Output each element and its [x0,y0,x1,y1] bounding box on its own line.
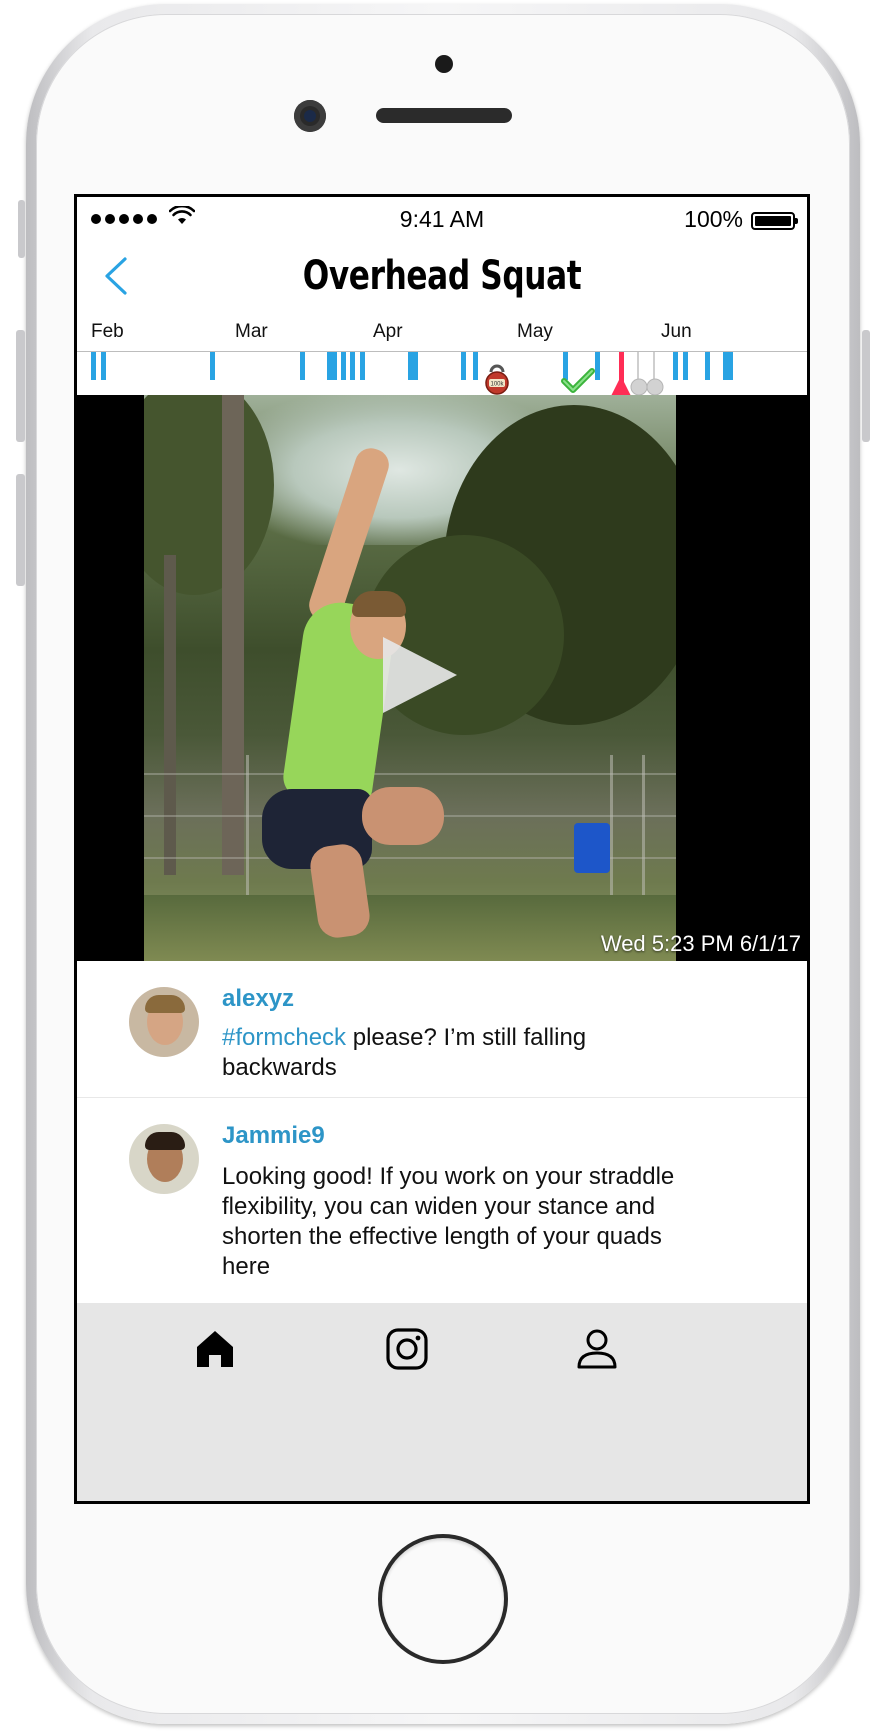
comment-text: #formcheck please? I’m still falling bac… [222,1023,692,1083]
video-grass [144,895,676,961]
volume-up-button [16,330,25,442]
video-fence [144,773,676,775]
avatar-hair [145,995,185,1013]
timeline-tick[interactable] [327,352,337,380]
timeline-tick[interactable] [91,352,96,380]
avatar-hair [145,1132,185,1150]
red-position-marker[interactable] [611,376,631,396]
timeline-tick[interactable] [360,352,365,380]
video-fence-post [610,755,613,905]
gray-circle-icon[interactable] [629,378,669,396]
month-label-jun: Jun [661,321,692,342]
chevron-left-icon[interactable] [97,253,133,299]
timeline-tick[interactable] [723,352,733,380]
comment-item: alexyz #formcheck please? I’m still fall… [77,961,807,1098]
month-label-feb: Feb [91,321,124,342]
timeline-tick[interactable] [673,352,678,380]
power-button [862,330,870,442]
video-fence-post [642,755,645,905]
video-trunk [164,555,176,875]
avatar[interactable] [129,987,199,1057]
timeline-tick[interactable] [705,352,710,380]
video-trunk [222,395,244,875]
video-person-hair [352,591,406,617]
earpiece-speaker [376,108,512,123]
timeline-tick[interactable] [210,352,215,380]
comment-text: Looking good! If you work on your stradd… [222,1163,675,1280]
timeline-tick[interactable] [101,352,106,380]
battery-percentage: 100% [684,206,743,232]
comment-username[interactable]: Jammie9 [222,1122,325,1150]
proximity-sensor [435,55,453,73]
kettlebell-100-icon[interactable]: 100k [483,362,511,396]
battery-icon [751,212,798,230]
timeline-months: Feb Mar Apr May Jun [77,315,807,345]
timeline-tick[interactable] [350,352,355,380]
hashtag-link[interactable]: #formcheck [222,1024,346,1051]
status-bar: 9:41 AM 100% [77,197,807,233]
month-label-may: May [517,321,553,342]
month-label-mar: Mar [235,321,268,342]
timeline-tick[interactable] [341,352,346,380]
navigation-bar: Overhead Squat [77,233,807,315]
avatar[interactable] [129,1124,199,1194]
future-tick [637,352,639,380]
month-label-apr: Apr [373,321,403,342]
front-camera-icon [294,100,326,132]
tab-bar [77,1303,807,1501]
comments-list: alexyz #formcheck please? I’m still fall… [77,961,807,1303]
timeline-tick[interactable] [300,352,305,380]
volume-down-button [16,474,25,586]
video-timestamp: Wed 5:23 PM 6/1/17 [600,931,801,956]
video-player[interactable]: Wed 5:23 PM 6/1/17 [77,395,807,961]
profile-icon[interactable] [573,1325,621,1373]
page-title: Overhead Squat [302,253,582,299]
timeline-tick[interactable] [408,352,418,380]
kettlebell-label: 100k [490,382,504,388]
home-icon[interactable] [191,1325,239,1373]
app-screen: 9:41 AM 100% Overhead Squat Feb Mar Apr … [74,194,810,1504]
video-person-leg [362,787,444,845]
video-fence-post [246,755,249,905]
instagram-icon[interactable] [383,1325,431,1373]
workout-timeline[interactable]: 100k [77,351,807,396]
home-button[interactable] [378,1534,508,1664]
mute-switch [18,200,25,258]
comment-item: Jammie9 Looking good! If you work on you… [77,1098,807,1303]
video-bucket [574,823,610,873]
timeline-tick[interactable] [683,352,688,380]
timeline-tick[interactable] [595,352,600,380]
comment-username[interactable]: alexyz [222,985,294,1013]
future-tick [653,352,655,380]
green-check-icon[interactable] [561,368,595,394]
timeline-tick[interactable] [473,352,478,380]
play-icon[interactable] [383,637,457,713]
timeline-tick[interactable] [461,352,466,380]
